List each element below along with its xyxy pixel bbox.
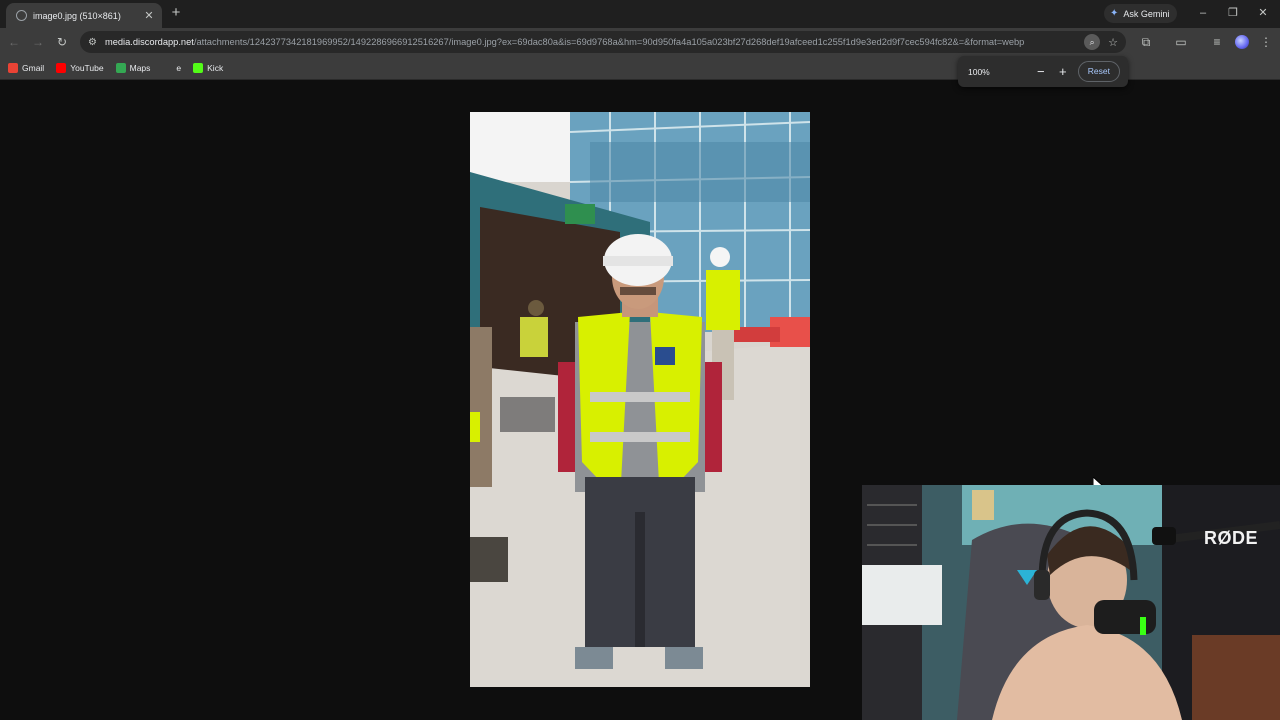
bookmark-label: Gmail xyxy=(22,62,45,73)
bookmark-label: YouTube xyxy=(70,62,104,73)
zoom-level: 100% xyxy=(968,66,990,77)
new-tab-button[interactable]: + xyxy=(168,5,184,21)
browser-toolbar: ← → ↻ ⚙ media.discordapp.net/attachments… xyxy=(0,28,1280,56)
gemini-sparkle-icon: ✦ xyxy=(1110,8,1119,19)
gmail-icon xyxy=(8,62,18,73)
url-path: /attachments/1242377342181969952/1492286… xyxy=(193,37,1025,47)
rode-mic-logo: RØDE xyxy=(1204,528,1259,548)
bookmark-youtube[interactable]: YouTube xyxy=(56,62,104,73)
generic-icon xyxy=(162,62,173,73)
zoom-reset-button[interactable]: Reset xyxy=(1077,61,1120,82)
minimize-button[interactable]: – xyxy=(1193,4,1213,22)
tab-title: image0.jpg (510×861) xyxy=(33,10,121,21)
ask-gemini-label: Ask Gemini xyxy=(1123,8,1170,19)
ask-gemini-button[interactable]: ✦ Ask Gemini xyxy=(1104,4,1178,23)
displayed-photo xyxy=(470,112,810,687)
zoom-in-button[interactable]: + xyxy=(1056,64,1070,79)
youtube-icon xyxy=(56,62,67,73)
bookmark-label: Kick xyxy=(207,62,224,73)
kick-icon xyxy=(193,62,204,73)
close-window-button[interactable]: ✕ xyxy=(1253,4,1273,22)
url-text[interactable]: media.discordapp.net/attachments/1242377… xyxy=(105,37,1080,47)
reload-button[interactable]: ↻ xyxy=(53,33,71,51)
profile-avatar[interactable] xyxy=(1235,35,1249,49)
globe-icon xyxy=(16,10,27,21)
bookmark-star-icon[interactable]: ☆ xyxy=(1108,36,1118,49)
url-host: media.discordapp.net xyxy=(104,37,194,47)
site-info-icon[interactable]: ⚙ xyxy=(88,37,97,48)
menu-icon[interactable]: ⋮ xyxy=(1257,33,1275,51)
media-controls-icon[interactable]: ≡ xyxy=(1208,33,1226,51)
tab-close-button[interactable]: ✕ xyxy=(142,9,156,22)
bookmark-label: e xyxy=(176,62,182,73)
zoom-out-button[interactable]: − xyxy=(1034,64,1048,79)
extensions-icon[interactable]: ⧉ xyxy=(1137,33,1155,51)
bookmark-gmail[interactable]: Gmail xyxy=(8,62,45,73)
construction-worker-photo xyxy=(470,112,810,687)
maps-icon xyxy=(115,62,126,73)
bookmark-kick[interactable]: Kick xyxy=(193,62,224,73)
sidepanel-icon[interactable]: ▭ xyxy=(1172,33,1190,51)
zoom-popup: 100% − + Reset xyxy=(958,56,1128,87)
browser-tab[interactable]: image0.jpg (510×861) ✕ xyxy=(6,3,162,28)
webcam-feed xyxy=(862,485,1280,720)
bookmark-e[interactable]: e xyxy=(162,62,182,73)
bookmark-label: Maps xyxy=(129,62,151,73)
address-bar[interactable]: ⚙ media.discordapp.net/attachments/12423… xyxy=(80,31,1126,53)
back-button[interactable]: ← xyxy=(5,33,23,51)
bookmark-maps[interactable]: Maps xyxy=(115,62,151,73)
webcam-overlay: RØDE xyxy=(862,485,1280,720)
restore-button[interactable]: ❐ xyxy=(1223,4,1243,22)
forward-button[interactable]: → xyxy=(29,33,47,51)
zoom-indicator-icon[interactable]: ⌕ xyxy=(1084,34,1101,50)
tab-strip: image0.jpg (510×861) ✕ + ✦ Ask Gemini – … xyxy=(0,0,1280,28)
